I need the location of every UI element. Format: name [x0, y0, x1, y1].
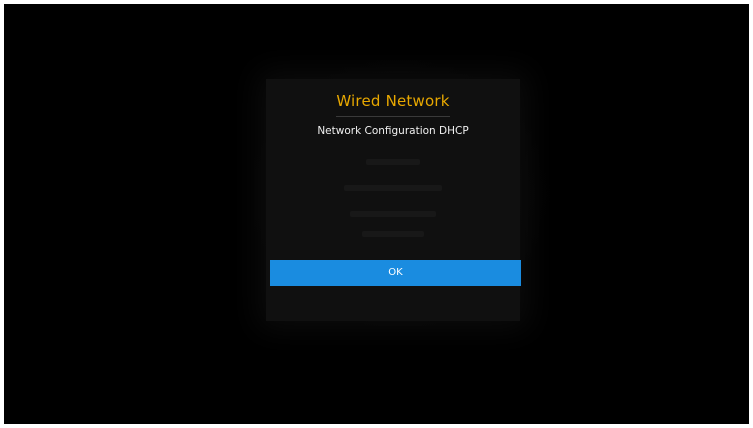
- tv-screen: Wired Network Network Configuration DHCP…: [4, 4, 749, 424]
- dimmed-row: [362, 231, 424, 237]
- title-divider: [336, 116, 450, 117]
- wired-network-dialog: Wired Network Network Configuration DHCP…: [266, 79, 521, 321]
- dimmed-row: [350, 211, 436, 217]
- ok-button[interactable]: OK: [270, 260, 521, 286]
- dialog-title: Wired Network: [336, 92, 450, 110]
- dimmed-row: [344, 185, 442, 191]
- dimmed-row: [366, 159, 420, 165]
- dialog-subtitle: Network Configuration DHCP: [317, 125, 469, 137]
